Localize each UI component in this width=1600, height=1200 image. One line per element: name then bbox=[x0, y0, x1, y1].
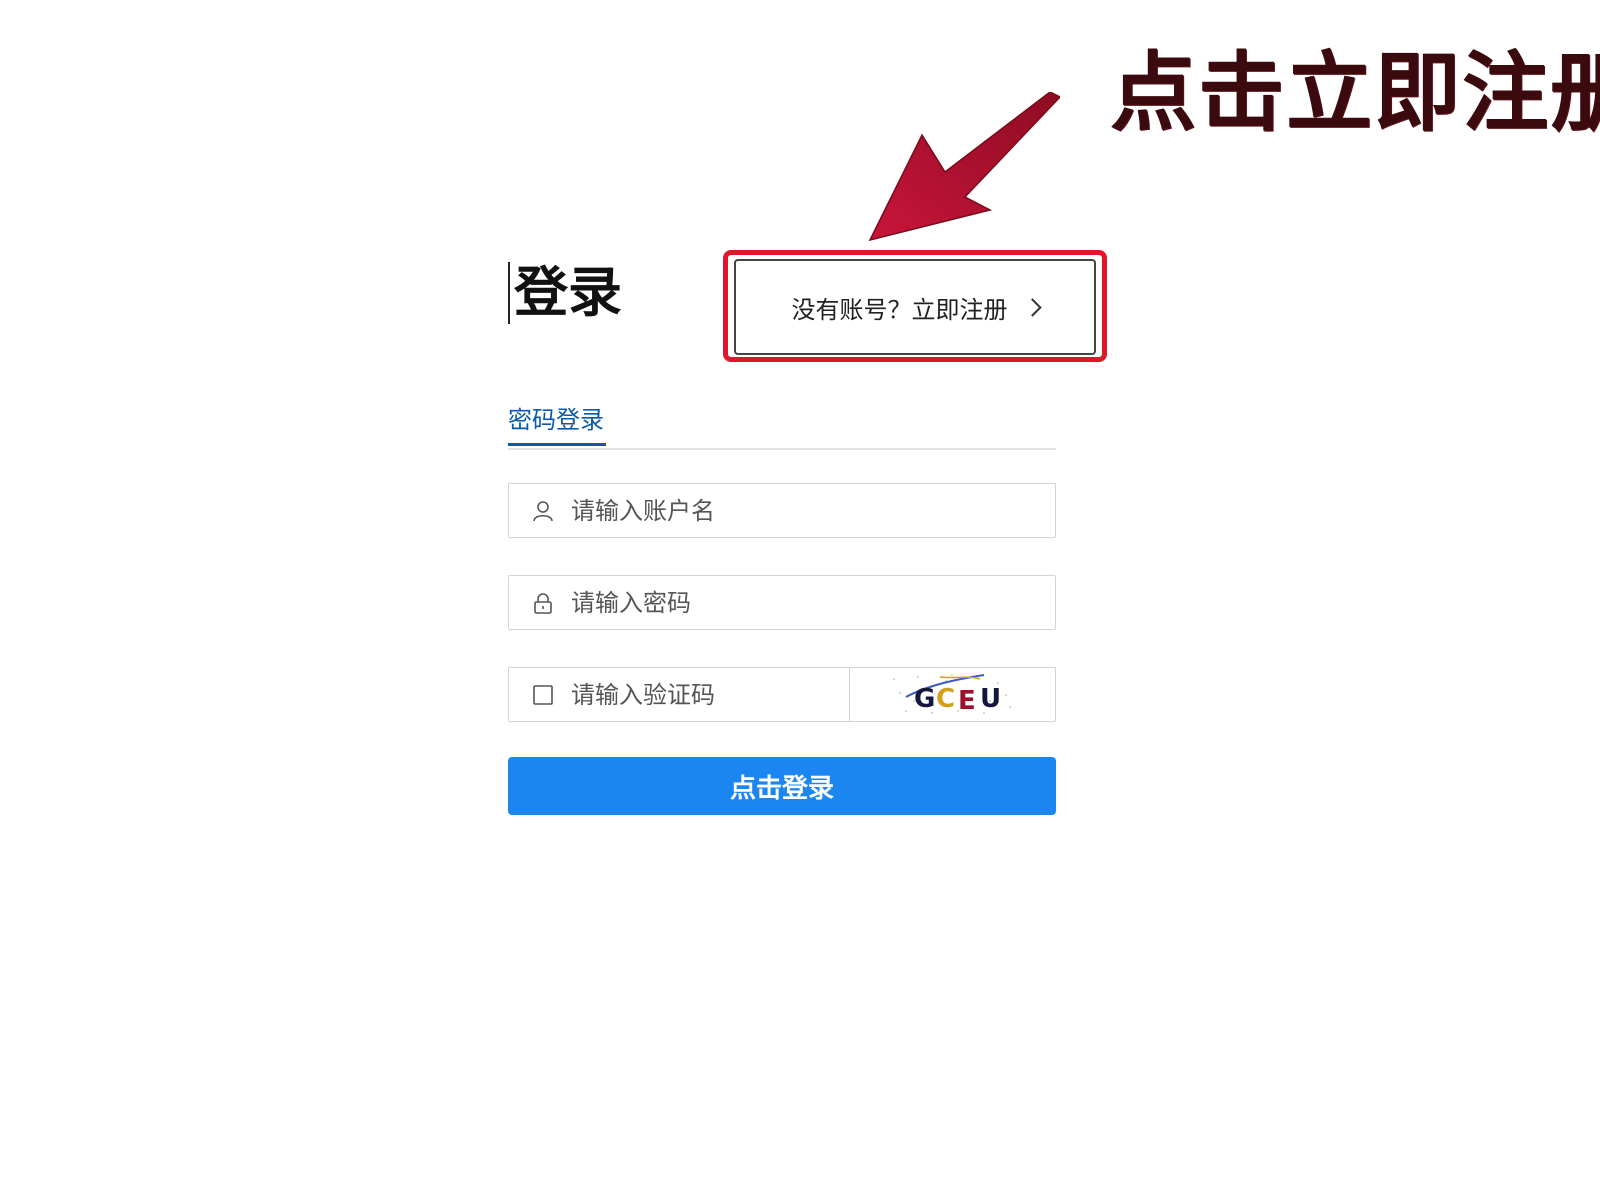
svg-text:C: C bbox=[936, 684, 955, 714]
login-tab-bar: 密码登录 bbox=[508, 392, 1056, 450]
svg-text:E: E bbox=[958, 686, 976, 716]
captcha-image[interactable]: G C E U bbox=[850, 668, 1055, 721]
captcha-input[interactable] bbox=[571, 680, 849, 709]
page-title: 登录 bbox=[508, 262, 622, 324]
captcha-field[interactable]: G C E U bbox=[508, 667, 1056, 722]
captcha-graphic: G C E U bbox=[892, 673, 1011, 716]
tab-password-login[interactable]: 密码登录 bbox=[508, 392, 606, 446]
user-icon bbox=[531, 499, 555, 523]
captcha-square-icon bbox=[531, 683, 555, 707]
annotation-arrow-icon bbox=[868, 92, 1060, 242]
chevron-right-icon bbox=[1022, 297, 1042, 317]
username-field[interactable] bbox=[508, 483, 1056, 538]
page: 点击立即注册 登录 没有账号？立即注册 密码登录 请输入账户名 请输入验证码 G… bbox=[0, 0, 1600, 1200]
password-field[interactable] bbox=[508, 575, 1056, 630]
svg-text:G: G bbox=[914, 684, 935, 714]
captcha-input-wrap bbox=[509, 668, 850, 721]
register-link-button[interactable]: 没有账号？立即注册 bbox=[734, 259, 1096, 355]
lock-icon bbox=[531, 591, 555, 615]
annotation-caption: 点击立即注册 bbox=[1110, 43, 1600, 143]
login-submit-button[interactable]: 点击登录 bbox=[508, 757, 1056, 815]
svg-text:U: U bbox=[980, 684, 1001, 714]
register-link-label: 没有账号？立即注册 bbox=[791, 295, 1008, 324]
username-input[interactable] bbox=[571, 496, 1055, 525]
password-input[interactable] bbox=[571, 588, 1055, 617]
